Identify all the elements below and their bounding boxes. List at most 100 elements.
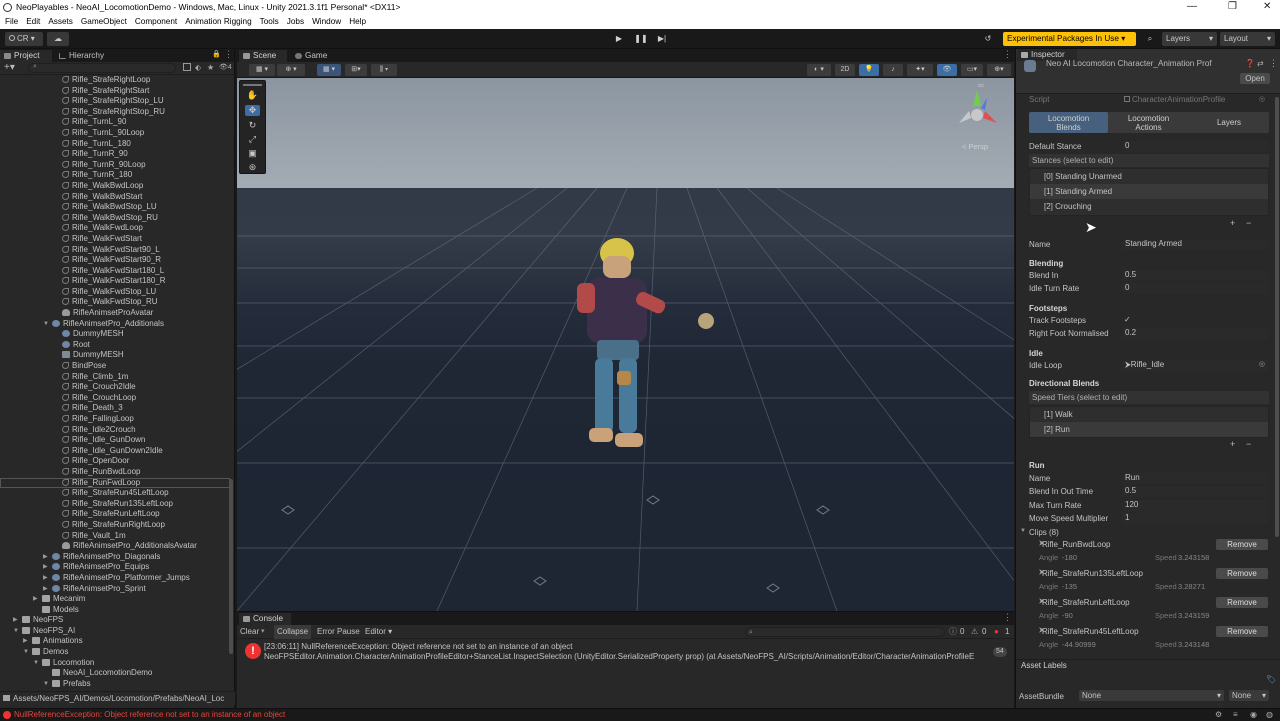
stance-item[interactable]: [0] Standing Unarmed [1030,169,1268,184]
clips-label[interactable]: Clips (8) [1029,528,1059,537]
clip-name[interactable]: Rifle_StrafeRun135LeftLoop [1042,569,1143,578]
menu-file[interactable]: File [5,15,18,29]
scene-viewport[interactable]: ✋ ✥ ↻ ⤢ ▣ ⊛ ═ < Persp [237,78,1014,611]
project-tree-item[interactable]: NeoAI_LocomotionDemo [0,668,230,679]
add-icon[interactable]: +▾ [4,62,15,73]
close-icon[interactable]: ✕ [1263,1,1271,12]
project-tree-item[interactable]: Rifle_WalkBwdStop_RU [0,213,230,224]
project-tree-item[interactable]: Root [0,340,230,351]
open-button[interactable]: Open [1240,73,1270,84]
project-tree-item[interactable]: BindPose [0,361,230,372]
stance-item-selected[interactable]: [1] Standing Armed [1030,184,1268,199]
tab-layers[interactable]: Layers [1189,112,1269,133]
menu-tools[interactable]: Tools [260,15,279,29]
add-tier-button[interactable]: + [1230,439,1235,449]
warning-count-icon[interactable]: ⚠ [971,625,978,639]
project-tree-item[interactable]: Rifle_TurnR_180 [0,170,230,181]
help-icon[interactable]: ❓ [1245,59,1255,68]
remove-clip-button[interactable]: Remove [1216,539,1268,550]
hand-tool-icon[interactable]: ✋ [245,90,260,101]
remove-tier-button[interactable]: − [1246,439,1251,449]
project-tree-item[interactable]: Rifle_Death_3 [0,403,230,414]
project-tree-item[interactable]: ▶ NeoFPS [0,615,230,626]
favorite-icon[interactable]: ★ [207,63,214,72]
collapsed-arrow-icon[interactable]: ▶ [43,584,48,595]
scale-tool-icon[interactable]: ⤢ [245,134,260,145]
clip-name[interactable]: Rifle_StrafeRunLeftLoop [1042,598,1130,607]
project-tree-item[interactable]: ▼ NeoFPS_AI [0,626,230,637]
clip-name[interactable]: Rifle_StrafeRun45LeftLoop [1042,627,1139,636]
rect-tool-icon[interactable]: ▣ [245,148,260,159]
label-tag-icon[interactable]: 🏷 [1266,675,1276,684]
project-search-input[interactable]: ⌕ [28,63,176,73]
project-tree-item[interactable]: Rifle_StrafeRun135LeftLoop [0,499,230,510]
project-tree-item[interactable]: RifleAnimsetPro_AdditionalsAvatar [0,541,230,552]
project-tree-item[interactable]: Rifle_StrafeRunLeftLoop [0,509,230,520]
tab-locomotion-blends[interactable]: Locomotion Blends [1029,112,1108,133]
project-tree-item[interactable]: Rifle_TurnL_90 [0,117,230,128]
blend-in-out-field[interactable]: 0.5 [1122,486,1268,497]
panel-menu-icon[interactable]: ⋮ [1003,612,1012,623]
project-tree-item[interactable]: Rifle_Idle_GunDown2Idle [0,446,230,457]
project-tree-item[interactable]: ▶ RifleAnimsetPro_Equips [0,562,230,573]
gizmos-icon[interactable]: ⊕▾ [987,64,1011,76]
menu-help[interactable]: Help [349,15,366,29]
project-tree-item[interactable]: Rifle_TurnR_90Loop [0,160,230,171]
project-tree-item[interactable]: Rifle_Idle2Crouch [0,425,230,436]
lighting-icon[interactable]: 💡 [859,64,879,76]
remove-clip-button[interactable]: Remove [1216,626,1268,637]
project-tree-item[interactable]: Rifle_RunBwdLoop [0,467,230,478]
collapsed-arrow-icon[interactable]: ▶ [33,594,38,605]
project-tree-item[interactable]: Rifle_WalkFwdStop_RU [0,297,230,308]
filter-type-icon[interactable] [183,63,191,71]
idle-turn-rate-field[interactable]: 0 [1122,283,1268,294]
experimental-packages-button[interactable]: Experimental Packages In Use ▾ [1003,32,1136,46]
project-tree-item[interactable]: Rifle_StrafeRun45LeftLoop [0,488,230,499]
project-tree-item[interactable]: Rifle_WalkFwdStart90_L [0,245,230,256]
collapsed-arrow-icon[interactable]: ▶ [43,562,48,573]
log-count-icon[interactable]: ⓘ [949,625,957,639]
speed-tier-item-selected[interactable]: [2] Run [1030,422,1268,437]
project-tree-item[interactable]: ▼ Prefabs [0,679,230,690]
max-turn-rate-field[interactable]: 120 [1122,500,1268,511]
account-button[interactable]: CR ▾ [5,32,43,46]
project-tree-item[interactable]: RifleAnimsetProAvatar [0,308,230,319]
audio-icon[interactable]: ♪ [883,64,903,76]
preset-icon[interactable]: ⇄ [1257,59,1264,68]
collapsed-arrow-icon[interactable]: ▶ [23,636,28,647]
run-name-field[interactable]: Run [1122,473,1268,484]
tab-hierarchy[interactable]: Hierarchy [55,50,115,62]
panel-menu-icon[interactable]: ⋮ [224,49,233,60]
project-tree-item[interactable]: DummyMESH [0,350,230,361]
project-tree-item[interactable]: Rifle_WalkFwdStart90_R [0,255,230,266]
expanded-arrow-icon[interactable]: ▼ [13,626,19,637]
inspector-scrollbar[interactable] [1275,97,1279,537]
layout-dropdown[interactable]: Layout ▾ [1220,32,1275,46]
project-tree-item[interactable]: DummyMESH [0,329,230,340]
project-tree-item[interactable]: Rifle_RunFwdLoop [0,477,230,489]
tab-locomotion-actions[interactable]: Locomotion Actions [1109,112,1188,133]
grid-snap-icon[interactable]: ▦ ▾ [317,64,341,76]
move-speed-multiplier-field[interactable]: 1 [1122,513,1268,524]
play-icon[interactable]: ▶ [612,33,626,45]
menu-edit[interactable]: Edit [26,15,40,29]
project-tree-item[interactable]: Rifle_CrouchLoop [0,393,230,404]
tab-game[interactable]: Game [291,50,335,62]
progress-icon[interactable]: ≡ [1233,709,1238,721]
remove-clip-button[interactable]: Remove [1216,568,1268,579]
move-tool-icon[interactable]: ✥ [245,105,260,116]
project-tree-item[interactable]: ▶ RifleAnimsetPro_Platformer_Jumps [0,573,230,584]
console-search-input[interactable]: ⌕ [745,627,945,637]
remove-stance-button[interactable]: − [1246,218,1251,228]
project-tree-item[interactable]: ▶ RifleAnimsetPro_Sprint [0,584,230,595]
shading-mode-icon[interactable]: ◐ ▾ [807,64,831,76]
project-tree-item[interactable]: Rifle_WalkFwdStart180_L [0,266,230,277]
clear-button[interactable]: Clear [240,625,259,639]
rotate-tool-icon[interactable]: ↻ [245,120,260,131]
project-tree-item[interactable]: Rifle_WalkFwdStart [0,234,230,245]
project-tree-item[interactable]: ▼ Locomotion [0,658,230,669]
collapsed-arrow-icon[interactable]: ▶ [13,615,18,626]
expanded-arrow-icon[interactable]: ▼ [33,658,39,669]
right-foot-field[interactable]: 0.2 [1122,328,1268,339]
context-menu-icon[interactable]: ⋮ [1269,58,1278,69]
